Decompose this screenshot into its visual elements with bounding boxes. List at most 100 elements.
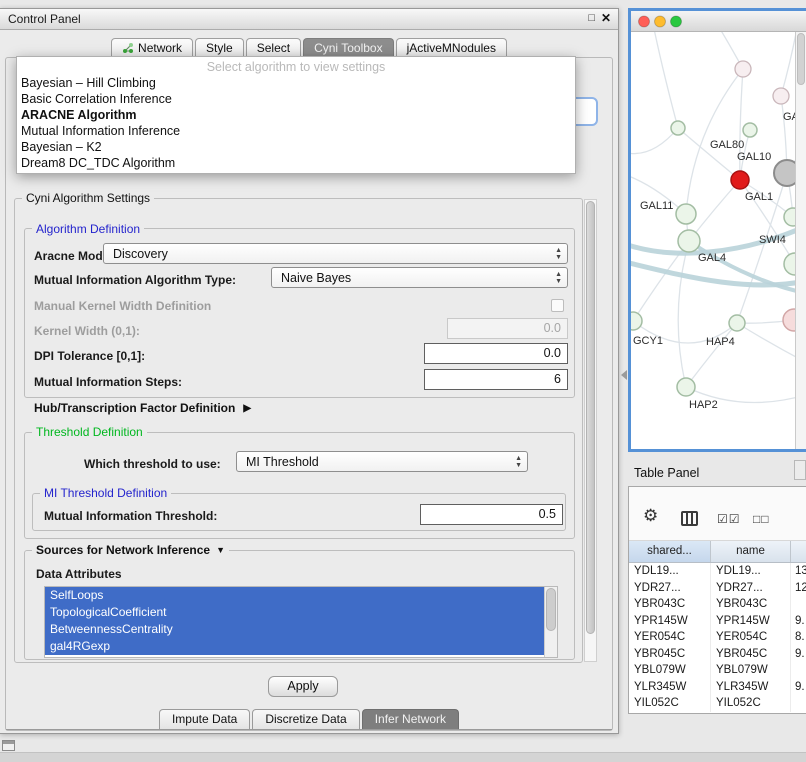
cell-name: YDL19... [711,563,791,580]
dropdown-item[interactable]: Dream8 DC_TDC Algorithm [17,155,575,171]
column-header-extra[interactable] [791,541,806,562]
tab-style[interactable]: Style [195,38,244,58]
gear-icon[interactable]: ⚙ [643,507,658,524]
network-node-red[interactable] [731,171,749,189]
cell-shared: YPR145W [629,613,711,630]
table-row[interactable]: YBR045CYBR045C9. [629,646,806,663]
sources-title-label: Sources for Network Inference [36,543,210,557]
settings-group-title: Cyni Algorithm Settings [22,191,154,205]
dropdown-item[interactable]: Bayesian – Hill Climbing [17,75,575,91]
panel-scrollbar-fragment[interactable] [794,460,806,480]
expanded-arrow-icon[interactable]: ▼ [216,545,225,555]
network-node[interactable] [671,121,685,135]
table-row[interactable]: YER054CYER054C8. [629,629,806,646]
list-scrollbar[interactable] [544,587,557,657]
collapsed-arrow-icon[interactable]: ▶ [243,403,251,414]
cell-name: YPR145W [711,613,791,630]
tab-label: Select [257,41,290,55]
table-panel-title: Table Panel [634,466,699,480]
tab-label: Network [138,41,182,55]
mac-minimize-button[interactable] [655,16,666,27]
network-node[interactable] [773,88,789,104]
tab-impute-data[interactable]: Impute Data [159,709,250,729]
mi-threshold-field[interactable]: 0.5 [420,504,563,525]
mac-zoom-button[interactable] [671,16,682,27]
aracne-mode-combobox[interactable]: Discovery ▲▼ [103,243,568,264]
network-node[interactable] [729,315,745,331]
network-window-titlebar[interactable] [631,11,806,32]
network-canvas[interactable]: GAL80 GAL10 GAL11 GAL1 SWI4 GAL4 GCY1 HA… [631,32,806,449]
tab-network[interactable]: Network [111,38,193,58]
column-header-shared[interactable]: shared... [629,541,711,562]
network-node[interactable] [677,378,695,396]
threshold-definition-title: Threshold Definition [32,425,147,439]
scrollbar-thumb[interactable] [586,201,595,634]
tab-infer-network[interactable]: Infer Network [362,709,459,729]
network-node[interactable] [735,61,751,77]
float-window-icon[interactable]: □ [588,12,595,24]
restore-panel-icon[interactable] [2,740,15,751]
table-panel-window: ⚙ ☑☑ □□ shared... name YDL19...YDL19...1… [628,486,806,714]
apply-button[interactable]: Apply [268,676,338,697]
mi-threshold-label: Mutual Information Threshold: [44,509,217,523]
columns-icon[interactable] [681,511,698,526]
splitter-collapse-icon[interactable] [621,370,627,380]
cell-name: YBR043C [711,596,791,613]
hub-transcription-factor-section[interactable]: Hub/Transcription Factor Definition ▶ [34,401,251,415]
tab-select[interactable]: Select [246,38,301,58]
close-window-icon[interactable]: ✕ [601,11,611,25]
mac-close-button[interactable] [639,16,650,27]
tab-label: Style [206,41,233,55]
bottom-tab-bar: Impute Data Discretize Data Infer Networ… [6,709,612,730]
cell-shared: YBL079W [629,662,711,679]
table-row[interactable]: YDR27...YDR27...12 [629,580,806,597]
list-item[interactable]: SelfLoops [45,587,544,604]
combobox-value: MI Threshold [246,455,319,469]
sources-group-title[interactable]: Sources for Network Inference ▼ [32,543,229,557]
table-body: YDL19...YDL19...13 YDR27...YDR27...12 YB… [629,563,806,713]
list-item[interactable]: gal4RGexp [45,638,544,655]
network-node[interactable] [743,123,757,137]
which-threshold-combobox[interactable]: MI Threshold ▲▼ [236,451,528,472]
network-view-window: GAL80 GAL10 GAL11 GAL1 SWI4 GAL4 GCY1 HA… [628,8,806,452]
tab-discretize-data[interactable]: Discretize Data [252,709,359,729]
mi-algorithm-type-combobox[interactable]: Naive Bayes ▲▼ [271,267,568,288]
cell-name: YLR345W [711,679,791,696]
network-vertical-scrollbar[interactable] [795,32,806,449]
table-row[interactable]: YBL079WYBL079W [629,662,806,679]
scrollbar-thumb[interactable] [797,33,805,85]
cell-shared: YDR27... [629,580,711,597]
settings-scrollbar[interactable] [584,199,597,662]
dropdown-item[interactable]: Mutual Information Inference [17,123,575,139]
table-row[interactable]: YDL19...YDL19...13 [629,563,806,580]
data-attributes-label: Data Attributes [36,567,122,581]
network-node[interactable] [678,230,700,252]
cell-shared: YDL19... [629,563,711,580]
dropdown-item[interactable]: Basic Correlation Inference [17,91,575,107]
dropdown-item[interactable]: Bayesian – K2 [17,139,575,155]
mi-steps-field[interactable]: 6 [424,369,568,390]
dropdown-item-selected[interactable]: ARACNE Algorithm [17,107,575,123]
dropdown-placeholder-item[interactable]: Select algorithm to view settings [17,59,575,75]
deselect-all-columns-icon[interactable]: □□ [753,512,770,526]
table-row[interactable]: YIL052CYIL052C [629,695,806,712]
table-row[interactable]: YLR345WYLR345W9. [629,679,806,696]
window-titlebar[interactable]: Control Panel □ ✕ [0,9,618,30]
dpi-tolerance-field[interactable]: 0.0 [424,343,568,364]
list-item[interactable]: BetweennessCentrality [45,621,544,638]
table-row[interactable]: YPR145WYPR145W9. [629,613,806,630]
select-all-columns-icon[interactable]: ☑☑ [717,512,741,526]
table-row[interactable]: YBR043CYBR043C [629,596,806,613]
tab-jactivemnodules[interactable]: jActiveMNodules [396,38,507,58]
cell-extra [791,596,806,613]
mi-steps-label: Mutual Information Steps: [34,375,182,389]
cell-name: YIL052C [711,695,791,712]
data-attributes-list[interactable]: SelfLoops TopologicalCoefficient Between… [44,586,558,658]
node-label: GCY1 [633,335,663,347]
tab-cyni-toolbox[interactable]: Cyni Toolbox [303,38,393,58]
scrollbar-thumb[interactable] [546,588,556,631]
network-node[interactable] [676,204,696,224]
network-node[interactable] [631,312,642,330]
list-item[interactable]: TopologicalCoefficient [45,604,544,621]
column-header-name[interactable]: name [711,541,791,562]
